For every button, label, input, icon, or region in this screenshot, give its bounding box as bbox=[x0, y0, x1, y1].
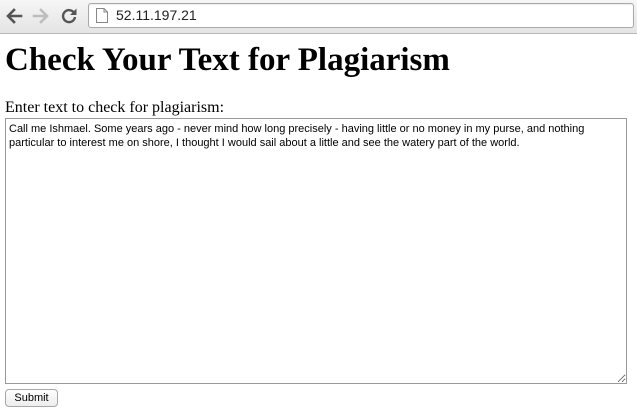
textarea-label: Enter text to check for plagiarism: bbox=[5, 99, 225, 116]
reload-icon bbox=[61, 8, 77, 24]
plagiarism-text-input[interactable]: Call me Ishmael. Some years ago - never … bbox=[5, 118, 627, 384]
address-bar[interactable]: 52.11.197.21 bbox=[88, 3, 634, 28]
submit-button[interactable]: Submit bbox=[5, 389, 58, 407]
page-icon bbox=[96, 8, 108, 23]
browser-toolbar: 52.11.197.21 bbox=[0, 0, 637, 34]
arrow-left-icon bbox=[6, 8, 23, 24]
reload-button[interactable] bbox=[58, 5, 80, 27]
back-button[interactable] bbox=[3, 5, 25, 27]
arrow-right-icon bbox=[32, 8, 49, 24]
url-text: 52.11.197.21 bbox=[116, 7, 197, 23]
page-title: Check Your Text for Plagiarism bbox=[5, 42, 450, 78]
forward-button[interactable] bbox=[30, 5, 52, 27]
